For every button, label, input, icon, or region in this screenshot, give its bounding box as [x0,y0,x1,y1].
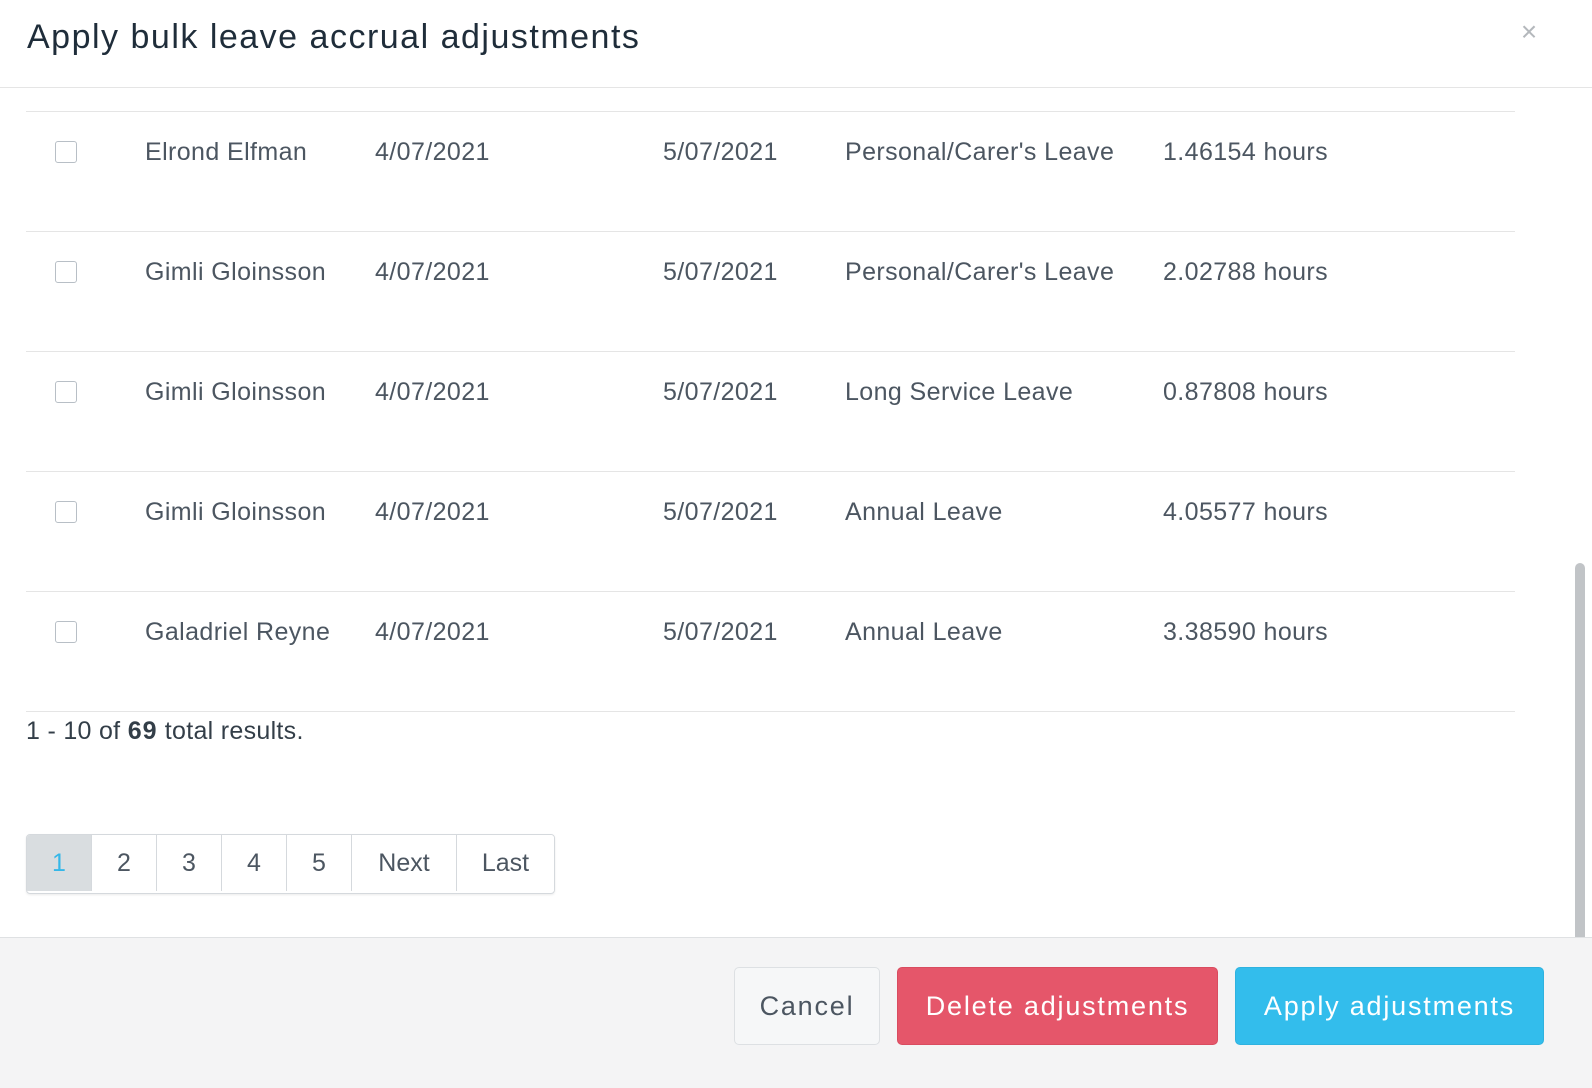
scrollbar-thumb[interactable] [1575,563,1585,937]
table-row: Gimli Gloinsson 4/07/2021 5/07/2021 Annu… [26,472,1515,592]
modal-header: Apply bulk leave accrual adjustments × [0,0,1592,88]
leave-type: Long Service Leave [845,378,1074,406]
accrual-amount: 1.46154 hours [1163,138,1329,166]
employee-name: Gimli Gloinsson [145,258,327,286]
table-row: Elrond Elfman 4/07/2021 5/07/2021 Person… [26,112,1515,232]
start-date: 4/07/2021 [375,138,490,166]
modal-body: Elrond Elfman 4/07/2021 5/07/2021 Person… [0,89,1592,937]
page-5-button[interactable]: 5 [287,835,352,891]
leave-type: Annual Leave [845,498,1003,526]
page-4-button[interactable]: 4 [222,835,287,891]
adjustments-table: Elrond Elfman 4/07/2021 5/07/2021 Person… [26,111,1515,712]
accrual-amount: 2.02788 hours [1163,258,1329,286]
row-checkbox[interactable] [55,381,77,403]
results-total: 69 [127,717,158,745]
apply-adjustments-button[interactable]: Apply adjustments [1235,967,1544,1045]
table-row: Galadriel Reyne 4/07/2021 5/07/2021 Annu… [26,592,1515,712]
page-3-button[interactable]: 3 [157,835,222,891]
cancel-button[interactable]: Cancel [734,967,880,1045]
page-1-button[interactable]: 1 [27,835,92,891]
employee-name: Gimli Gloinsson [145,498,327,526]
start-date: 4/07/2021 [375,378,490,406]
next-page-button[interactable]: Next [352,835,457,891]
modal-footer: Cancel Delete adjustments Apply adjustme… [0,937,1592,1088]
leave-type: Personal/Carer's Leave [845,258,1115,286]
results-summary: 1 - 10 of 69 total results. [26,717,304,746]
row-checkbox[interactable] [55,501,77,523]
accrual-amount: 3.38590 hours [1163,618,1329,646]
end-date: 5/07/2021 [663,378,778,406]
row-checkbox[interactable] [55,141,77,163]
employee-name: Elrond Elfman [145,138,308,166]
results-suffix: total results. [164,717,304,745]
end-date: 5/07/2021 [663,618,778,646]
close-icon[interactable]: × [1516,16,1542,48]
start-date: 4/07/2021 [375,258,490,286]
last-page-button[interactable]: Last [457,835,554,891]
table-row: Gimli Gloinsson 4/07/2021 5/07/2021 Long… [26,352,1515,472]
page-2-button[interactable]: 2 [92,835,157,891]
start-date: 4/07/2021 [375,618,490,646]
leave-type: Personal/Carer's Leave [845,138,1115,166]
employee-name: Galadriel Reyne [145,618,331,646]
modal-title: Apply bulk leave accrual adjustments [27,18,641,56]
accrual-amount: 4.05577 hours [1163,498,1329,526]
results-range: 1 - 10 of [26,717,121,745]
table-row: Gimli Gloinsson 4/07/2021 5/07/2021 Pers… [26,232,1515,352]
start-date: 4/07/2021 [375,498,490,526]
delete-adjustments-button[interactable]: Delete adjustments [897,967,1218,1045]
pagination: 1 2 3 4 5 Next Last [26,834,555,894]
row-checkbox[interactable] [55,261,77,283]
modal-dialog: Apply bulk leave accrual adjustments × E… [0,0,1592,1088]
leave-type: Annual Leave [845,618,1003,646]
row-checkbox[interactable] [55,621,77,643]
accrual-amount: 0.87808 hours [1163,378,1329,406]
end-date: 5/07/2021 [663,138,778,166]
end-date: 5/07/2021 [663,498,778,526]
end-date: 5/07/2021 [663,258,778,286]
employee-name: Gimli Gloinsson [145,378,327,406]
